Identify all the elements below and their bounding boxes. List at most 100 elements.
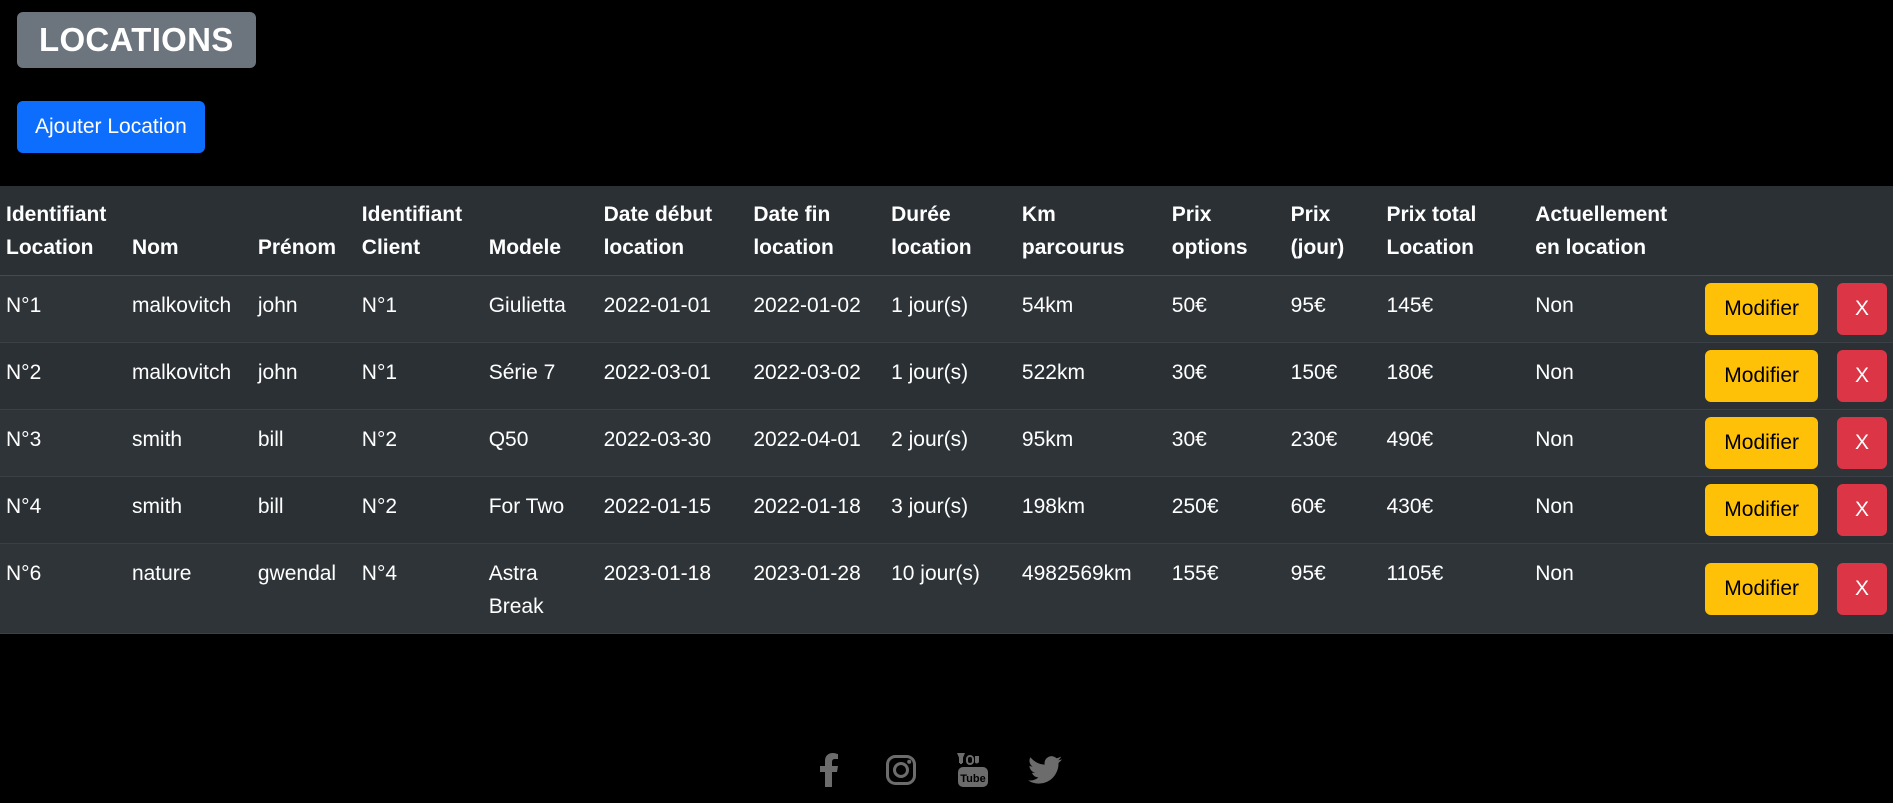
cell-actuellement: Non <box>1529 275 1690 343</box>
add-location-button[interactable]: Ajouter Location <box>17 101 205 153</box>
cell-prix-options: 155€ <box>1165 543 1285 634</box>
delete-button[interactable]: X <box>1837 350 1887 402</box>
cell-actuellement: Non <box>1529 543 1690 634</box>
cell-nom: smith <box>125 476 252 544</box>
cell-actuellement: Non <box>1529 409 1690 477</box>
column-header-id-location: Identifiant Location <box>0 186 126 276</box>
cell-date-debut: 2022-01-15 <box>597 476 748 544</box>
cell-duree: 3 jour(s) <box>885 476 1016 544</box>
cell-id-client: N°1 <box>355 275 483 343</box>
cell-prix-jour: 60€ <box>1284 476 1381 544</box>
column-header-modele: Modele <box>482 186 598 276</box>
column-header-prix-jour: Prix (jour) <box>1284 186 1381 276</box>
cell-date-fin: 2022-01-18 <box>747 476 886 544</box>
cell-date-fin: 2023-01-28 <box>747 543 886 634</box>
cell-id-client: N°2 <box>355 476 483 544</box>
cell-date-debut: 2022-03-01 <box>597 342 748 410</box>
cell-prenom: bill <box>251 476 356 544</box>
column-header-duree: Durée location <box>885 186 1016 276</box>
modifier-button[interactable]: Modifier <box>1705 417 1818 469</box>
column-header-prix-total: Prix total Location <box>1380 186 1530 276</box>
cell-id-client: N°1 <box>355 342 483 410</box>
column-header-actuellement: Actuellement en location <box>1529 186 1690 276</box>
table-row: N°1 malkovitch john N°1 Giulietta 2022-0… <box>0 275 1893 343</box>
cell-date-debut: 2022-03-30 <box>597 409 748 477</box>
modifier-button[interactable]: Modifier <box>1705 350 1818 402</box>
delete-button[interactable]: X <box>1837 562 1887 615</box>
column-header-date-fin: Date fin location <box>747 186 886 276</box>
cell-date-debut: 2023-01-18 <box>597 543 748 634</box>
table-row: N°2 malkovitch john N°1 Série 7 2022-03-… <box>0 342 1893 410</box>
page-title: LOCATIONS <box>17 12 256 68</box>
cell-id-location: N°1 <box>0 275 126 343</box>
cell-prix-jour: 95€ <box>1284 275 1381 343</box>
column-header-id-client: Identifiant Client <box>355 186 483 276</box>
cell-km: 522km <box>1015 342 1166 410</box>
cell-id-location: N°4 <box>0 476 126 544</box>
column-header-prenom: Prénom <box>251 186 356 276</box>
row-actions: Modifier X <box>1689 543 1893 634</box>
cell-nom: smith <box>125 409 252 477</box>
column-header-prix-options: Prix options <box>1165 186 1285 276</box>
cell-prix-total: 490€ <box>1380 409 1530 477</box>
cell-prix-options: 30€ <box>1165 342 1285 410</box>
table-row: N°4 smith bill N°2 For Two 2022-01-15 20… <box>0 476 1893 544</box>
cell-km: 54km <box>1015 275 1166 343</box>
facebook-icon[interactable] <box>811 752 847 788</box>
delete-button[interactable]: X <box>1837 484 1887 536</box>
row-actions: Modifier X <box>1689 476 1893 544</box>
table-header-row: Identifiant Location Nom Prénom Identifi… <box>0 186 1893 276</box>
cell-prix-jour: 150€ <box>1284 342 1381 410</box>
cell-id-client: N°4 <box>355 543 483 634</box>
delete-button[interactable]: X <box>1837 417 1887 469</box>
column-header-km: Km parcourus <box>1015 186 1166 276</box>
youtube-icon[interactable]: Tube <box>955 752 991 788</box>
cell-modele: Série 7 <box>482 342 598 410</box>
instagram-icon[interactable] <box>883 752 919 788</box>
cell-nom: malkovitch <box>125 275 252 343</box>
cell-duree: 1 jour(s) <box>885 275 1016 343</box>
modifier-button[interactable]: Modifier <box>1705 283 1818 335</box>
cell-prenom: john <box>251 342 356 410</box>
cell-duree: 2 jour(s) <box>885 409 1016 477</box>
cell-prix-total: 430€ <box>1380 476 1530 544</box>
cell-modele: For Two <box>482 476 598 544</box>
cell-km: 4982569km <box>1015 543 1166 634</box>
cell-prix-options: 50€ <box>1165 275 1285 343</box>
rentals-table: Identifiant Location Nom Prénom Identifi… <box>0 186 1893 634</box>
cell-id-location: N°6 <box>0 543 126 634</box>
cell-date-fin: 2022-04-01 <box>747 409 886 477</box>
cell-prenom: bill <box>251 409 356 477</box>
cell-prix-total: 180€ <box>1380 342 1530 410</box>
row-actions: Modifier X <box>1689 409 1893 477</box>
cell-date-fin: 2022-03-02 <box>747 342 886 410</box>
footer-social-links: Tube <box>0 752 1893 788</box>
cell-actuellement: Non <box>1529 342 1690 410</box>
twitter-icon[interactable] <box>1027 752 1063 788</box>
cell-prix-total: 145€ <box>1380 275 1530 343</box>
cell-prix-options: 250€ <box>1165 476 1285 544</box>
column-header-nom: Nom <box>125 186 252 276</box>
cell-nom: malkovitch <box>125 342 252 410</box>
cell-modele: Giulietta <box>482 275 598 343</box>
cell-prix-total: 1105€ <box>1380 543 1530 634</box>
cell-nom: nature <box>125 543 252 634</box>
row-actions: Modifier X <box>1689 342 1893 410</box>
table-row: N°6 nature gwendal N°4 Astra Break 2023-… <box>0 543 1893 634</box>
cell-km: 198km <box>1015 476 1166 544</box>
delete-button[interactable]: X <box>1837 283 1887 335</box>
modifier-button[interactable]: Modifier <box>1705 484 1818 536</box>
cell-prix-jour: 95€ <box>1284 543 1381 634</box>
cell-actuellement: Non <box>1529 476 1690 544</box>
cell-date-debut: 2022-01-01 <box>597 275 748 343</box>
column-header-actions <box>1689 186 1893 276</box>
modifier-button[interactable]: Modifier <box>1705 562 1818 615</box>
cell-id-location: N°2 <box>0 342 126 410</box>
cell-prix-options: 30€ <box>1165 409 1285 477</box>
cell-id-client: N°2 <box>355 409 483 477</box>
svg-text:Tube: Tube <box>960 773 985 785</box>
cell-km: 95km <box>1015 409 1166 477</box>
cell-date-fin: 2022-01-02 <box>747 275 886 343</box>
cell-duree: 10 jour(s) <box>885 543 1016 634</box>
cell-duree: 1 jour(s) <box>885 342 1016 410</box>
